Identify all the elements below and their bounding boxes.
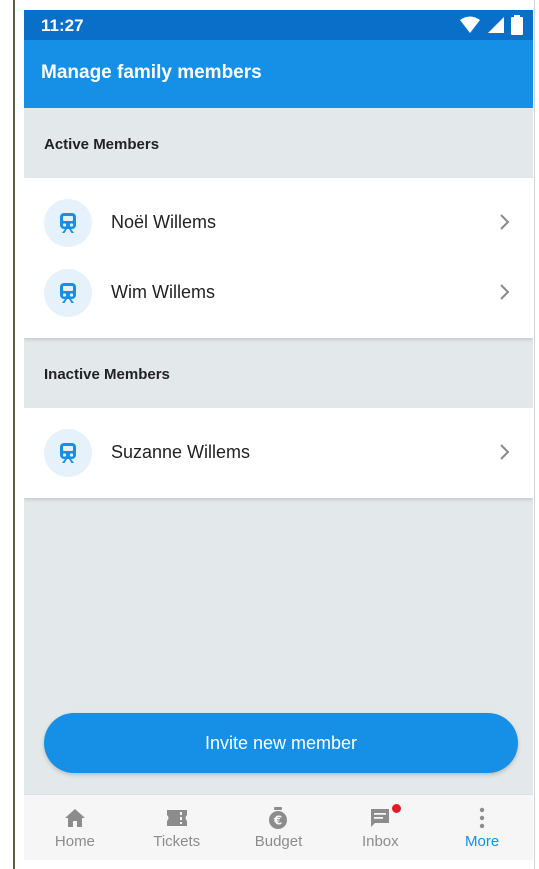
active-members-card: Noël Willems Wim Willems (24, 178, 533, 338)
page-title: Manage family members (41, 62, 262, 83)
status-bar: 11:27 (24, 10, 533, 40)
left-frame-edge (0, 0, 15, 869)
nav-label-more: More (464, 833, 500, 850)
nav-label-home: Home (54, 833, 95, 850)
section-header-active: Active Members (24, 108, 533, 178)
inbox-icon (371, 809, 390, 827)
nav-item-tickets[interactable]: Tickets (126, 795, 228, 860)
more-vertical-icon (479, 807, 485, 829)
bottom-nav: Home Tickets € Budget Inbox More (24, 794, 533, 860)
right-frame-edge (534, 0, 539, 869)
nav-item-budget[interactable]: € Budget (228, 795, 330, 860)
app-bar: Manage family members (24, 40, 533, 108)
train-icon (60, 443, 76, 463)
invite-new-member-button[interactable]: Invite new member (44, 713, 518, 773)
money-bag-icon: € (269, 807, 288, 829)
member-row[interactable]: Suzanne Willems (24, 418, 533, 488)
chevron-right-icon (500, 284, 510, 300)
battery-icon (511, 15, 523, 35)
section-title-active: Active Members (44, 136, 160, 153)
avatar (44, 199, 92, 247)
nav-label-budget: Budget (254, 833, 303, 850)
nav-item-inbox[interactable]: Inbox (329, 795, 431, 860)
nav-label-inbox: Inbox (361, 833, 399, 850)
status-icons (459, 15, 523, 35)
member-name: Noël Willems (111, 212, 217, 232)
avatar (44, 429, 92, 477)
section-title-inactive: Inactive Members (44, 366, 170, 383)
avatar (44, 269, 92, 317)
nav-item-home[interactable]: Home (24, 795, 126, 860)
phone-screen: 11:27 Manage family members Active Membe… (24, 10, 533, 860)
member-name: Suzanne Willems (111, 442, 251, 462)
status-time: 11:27 (41, 16, 84, 35)
member-row[interactable]: Noël Willems (24, 188, 533, 258)
cell-signal-icon (488, 17, 504, 33)
nav-item-more[interactable]: More (431, 795, 533, 860)
section-header-inactive: Inactive Members (24, 338, 533, 408)
member-name: Wim Willems (111, 282, 215, 302)
train-icon (60, 213, 76, 233)
home-icon (64, 809, 85, 827)
wifi-icon (460, 16, 480, 33)
nav-label-tickets: Tickets (153, 833, 201, 850)
train-icon (60, 283, 76, 303)
inactive-members-card: Suzanne Willems (24, 408, 533, 498)
chevron-right-icon (500, 444, 510, 460)
svg-text:€: € (273, 814, 282, 828)
member-row[interactable]: Wim Willems (24, 258, 533, 328)
ticket-icon (166, 810, 187, 826)
notification-badge (391, 803, 403, 814)
chevron-right-icon (500, 214, 510, 230)
